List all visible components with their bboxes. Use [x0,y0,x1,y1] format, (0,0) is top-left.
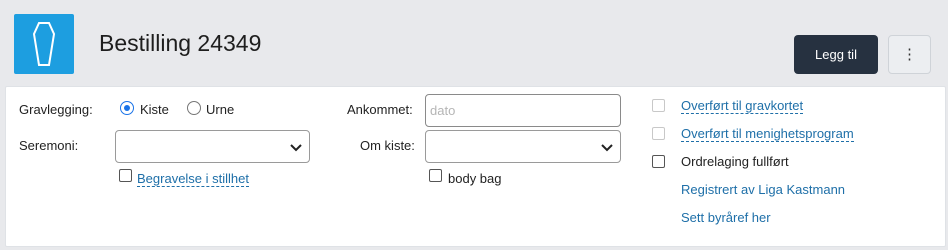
set-agency-ref-link[interactable]: Sett byråref her [681,210,771,225]
coffin-icon [33,22,55,66]
about-coffin-select[interactable] [425,130,621,163]
ceremony-select[interactable] [115,130,310,163]
burial-radio-urn[interactable] [187,101,201,115]
more-options-button[interactable]: ⋮ [888,35,931,74]
body-bag-checkbox[interactable] [429,169,442,182]
burial-option-coffin-label: Kiste [140,102,169,117]
app-logo [14,14,74,74]
church-program-checkbox [652,127,665,140]
more-vertical-icon: ⋮ [902,46,917,63]
page-title: Bestilling 24349 [99,30,262,56]
burial-radio-coffin[interactable] [120,101,134,115]
church-program-link[interactable]: Overført til menighetsprogram [681,126,854,142]
order-done-label: Ordrelaging fullført [681,154,789,169]
registered-by-link[interactable]: Registrert av Liga Kastmann [681,182,845,197]
order-done-checkbox[interactable] [652,155,665,168]
burial-label: Gravlegging: [19,102,93,117]
add-button[interactable]: Legg til [794,35,878,74]
arrived-label: Ankommet: [347,102,413,117]
burial-option-urn-label: Urne [206,102,235,117]
arrived-date-input[interactable] [425,94,621,127]
grave-card-link[interactable]: Overført til gravkortet [681,98,804,114]
silent-burial-checkbox[interactable] [119,169,132,182]
grave-card-checkbox [652,99,665,112]
chevron-down-icon [601,144,613,152]
chevron-down-icon [290,144,302,152]
order-form-panel: Gravlegging: Kiste Urne Seremoni: Begrav… [5,86,946,247]
silent-burial-link[interactable]: Begravelse i stillhet [137,171,249,187]
ceremony-label: Seremoni: [19,138,79,153]
about-coffin-label: Om kiste: [360,138,415,153]
page-header: Bestilling 24349 Legg til ⋮ [0,0,948,86]
body-bag-label: body bag [448,171,502,186]
